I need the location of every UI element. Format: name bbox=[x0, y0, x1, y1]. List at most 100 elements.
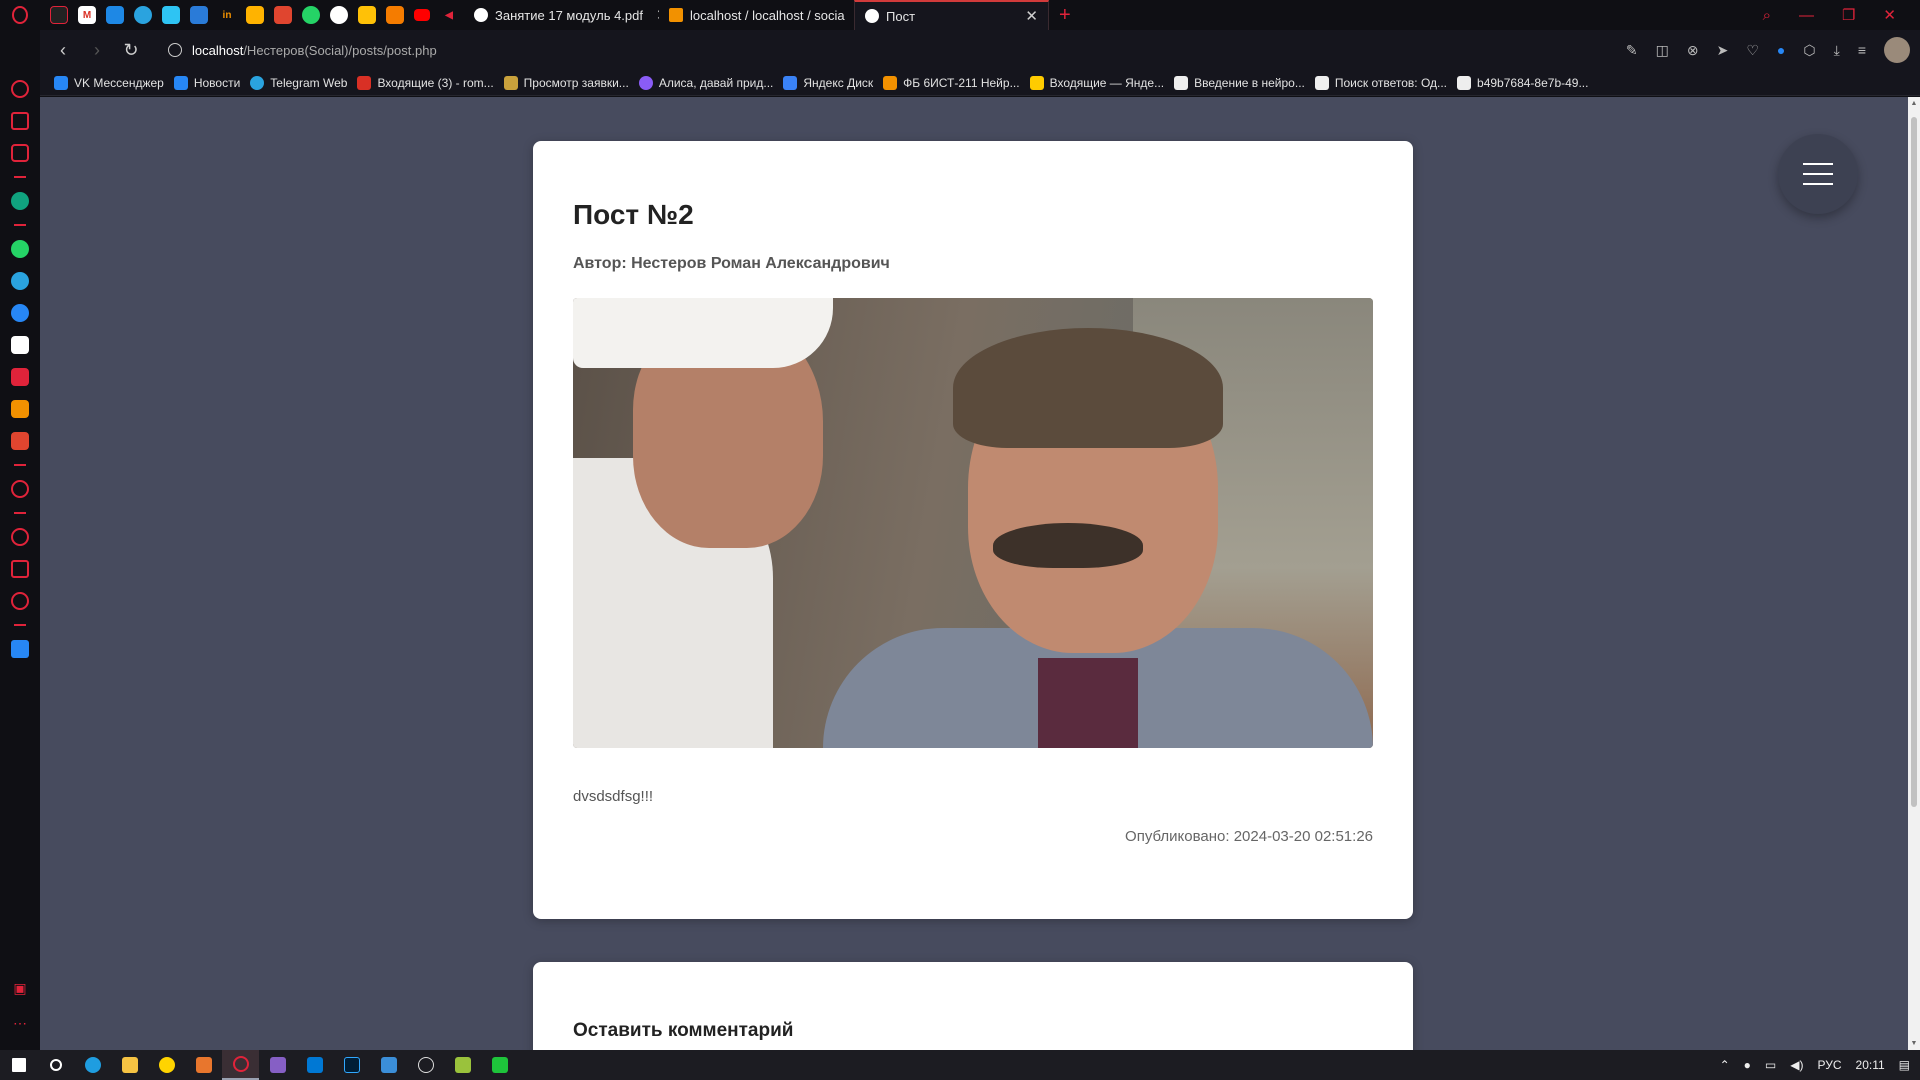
notifications-icon[interactable]: ▤ bbox=[1899, 1058, 1910, 1072]
document-icon bbox=[1457, 75, 1472, 90]
instagram-icon[interactable] bbox=[11, 144, 29, 162]
yandex-icon[interactable] bbox=[11, 368, 29, 386]
scroll-up-icon[interactable]: ▲ bbox=[1908, 100, 1920, 107]
bookmark-item[interactable]: Входящие (3) - rom... bbox=[357, 75, 494, 90]
mail-icon[interactable] bbox=[11, 400, 29, 418]
vpn-icon[interactable]: ● bbox=[1777, 42, 1785, 58]
gamepad-icon[interactable] bbox=[50, 6, 68, 24]
app-icon[interactable] bbox=[444, 1050, 481, 1080]
avatar[interactable] bbox=[1884, 37, 1910, 63]
reload-icon[interactable]: ↻ bbox=[114, 40, 148, 61]
edit-icon[interactable]: ✎ bbox=[1626, 42, 1638, 59]
file-explorer-icon[interactable] bbox=[111, 1050, 148, 1080]
minimize-icon[interactable]: — bbox=[1799, 7, 1814, 24]
bag-icon[interactable] bbox=[11, 112, 29, 130]
chatgpt-icon[interactable] bbox=[11, 192, 29, 210]
bookmark-item[interactable]: Поиск ответов: Од... bbox=[1314, 75, 1447, 90]
download-icon[interactable]: ⤓ bbox=[1834, 42, 1840, 59]
bookmark-item[interactable]: Яндекс Диск bbox=[783, 75, 873, 90]
camera-icon[interactable]: ◫ bbox=[1656, 42, 1669, 59]
language-indicator[interactable]: РУС bbox=[1817, 1058, 1841, 1072]
telegram-icon[interactable] bbox=[134, 6, 152, 24]
vscode-icon[interactable] bbox=[296, 1050, 333, 1080]
telegram-icon[interactable] bbox=[11, 272, 29, 290]
forward-icon[interactable]: › bbox=[80, 40, 114, 61]
gallery-icon[interactable]: ▣ bbox=[13, 980, 26, 997]
microphone-icon[interactable]: ● bbox=[1744, 1058, 1751, 1072]
url-field[interactable]: localhost/Нестеров(Social)/posts/post.ph… bbox=[168, 43, 437, 58]
network-icon[interactable]: ▭ bbox=[1765, 1058, 1776, 1072]
request-icon bbox=[503, 75, 518, 90]
mail-icon[interactable] bbox=[246, 6, 264, 24]
windows-start-icon[interactable] bbox=[0, 1050, 37, 1080]
whatsapp-icon[interactable] bbox=[302, 6, 320, 24]
tab-pdf[interactable]: Занятие 17 модуль 4.pdf ✕ bbox=[464, 0, 659, 30]
search-tabs-icon[interactable]: ⌕ bbox=[1763, 7, 1771, 24]
tab-phpmyadmin[interactable]: localhost / localhost / socia ✕ bbox=[659, 0, 854, 30]
page-scrollbar[interactable]: ▲ ▼ bbox=[1908, 97, 1920, 1050]
app-icon[interactable] bbox=[185, 1050, 222, 1080]
speed-dial-icon[interactable] bbox=[11, 80, 29, 98]
cube-icon[interactable]: ⬡ bbox=[1803, 42, 1815, 59]
bookmark-item[interactable]: Алиса, давай прид... bbox=[638, 75, 773, 90]
whatsapp-icon[interactable] bbox=[11, 240, 29, 258]
feather-icon[interactable] bbox=[274, 6, 292, 24]
link-icon[interactable] bbox=[330, 6, 348, 24]
app-icon[interactable] bbox=[11, 432, 29, 450]
settings-icon[interactable] bbox=[11, 592, 29, 610]
ok-icon[interactable] bbox=[386, 6, 404, 24]
visual-studio-icon[interactable] bbox=[259, 1050, 296, 1080]
close-window-icon[interactable]: ✕ bbox=[1883, 6, 1896, 24]
bookmark-item[interactable]: Просмотр заявки... bbox=[503, 75, 629, 90]
edge-icon[interactable] bbox=[74, 1050, 111, 1080]
bookmark-item[interactable]: Telegram Web bbox=[250, 75, 347, 90]
bookmark-label: VK Мессенджер bbox=[74, 75, 164, 90]
restore-icon[interactable]: ❐ bbox=[1842, 6, 1855, 24]
send-icon[interactable]: ➤ bbox=[1717, 42, 1729, 59]
app-icon[interactable] bbox=[481, 1050, 518, 1080]
bookmark-item[interactable]: Новости bbox=[173, 75, 240, 90]
messenger-icon[interactable] bbox=[106, 6, 124, 24]
hamburger-menu-button[interactable] bbox=[1778, 134, 1858, 214]
bookmark-item[interactable]: Введение в нейро... bbox=[1174, 75, 1305, 90]
vk-icon[interactable] bbox=[11, 304, 29, 322]
scroll-down-icon[interactable]: ▼ bbox=[1908, 1040, 1920, 1047]
opera-taskbar-icon[interactable] bbox=[222, 1050, 259, 1080]
1c-icon[interactable] bbox=[148, 1050, 185, 1080]
photoshop-icon[interactable] bbox=[333, 1050, 370, 1080]
bookmark-item[interactable]: b49b7684-8e7b-49... bbox=[1457, 75, 1588, 90]
folder-icon[interactable] bbox=[358, 6, 376, 24]
app-icon[interactable] bbox=[370, 1050, 407, 1080]
tab-post[interactable]: Пост ✕ bbox=[854, 0, 1049, 30]
in-icon[interactable]: in bbox=[218, 6, 236, 24]
bookmark-item[interactable]: ФБ 6ИСТ-211 Нейр... bbox=[883, 75, 1020, 90]
player-icon[interactable] bbox=[11, 480, 29, 498]
search-icon[interactable] bbox=[37, 1050, 74, 1080]
chevron-up-icon[interactable]: ⌃ bbox=[1720, 1058, 1730, 1072]
close-icon[interactable]: ✕ bbox=[1025, 7, 1038, 25]
toolbar: ✎ ◫ ⊗ ➤ ♡ ● ⬡ ⤓ ≡ bbox=[1626, 30, 1910, 70]
back-icon[interactable]: ‹ bbox=[46, 40, 80, 61]
bookmark-item[interactable]: VK Мессенджер bbox=[54, 75, 164, 90]
volume-icon[interactable]: ◀) bbox=[1790, 1058, 1803, 1072]
gmail-icon[interactable]: M bbox=[78, 6, 96, 24]
menu-icon[interactable]: ≡ bbox=[1858, 42, 1866, 58]
new-tab-button[interactable]: + bbox=[1049, 4, 1081, 27]
youtube-icon[interactable] bbox=[414, 9, 430, 21]
discord-icon[interactable] bbox=[11, 336, 29, 354]
clock[interactable]: 20:11 bbox=[1856, 1058, 1885, 1072]
heart-icon[interactable]: ♡ bbox=[1746, 42, 1759, 59]
opera-logo-icon[interactable] bbox=[0, 0, 40, 30]
extensions-icon[interactable] bbox=[11, 560, 29, 578]
adblock-icon[interactable]: ⊗ bbox=[1687, 42, 1699, 59]
translate-icon[interactable] bbox=[11, 640, 29, 658]
site-info-icon[interactable] bbox=[168, 43, 182, 57]
more-icon[interactable]: ⋯ bbox=[13, 1015, 27, 1032]
disk-icon[interactable] bbox=[190, 6, 208, 24]
chat-icon[interactable] bbox=[162, 6, 180, 24]
app-icon[interactable] bbox=[407, 1050, 444, 1080]
scrollbar-thumb[interactable] bbox=[1911, 117, 1917, 807]
bookmark-item[interactable]: Входящие — Янде... bbox=[1029, 75, 1164, 90]
history-icon[interactable] bbox=[11, 528, 29, 546]
sound-icon[interactable]: ◀ bbox=[440, 6, 458, 24]
